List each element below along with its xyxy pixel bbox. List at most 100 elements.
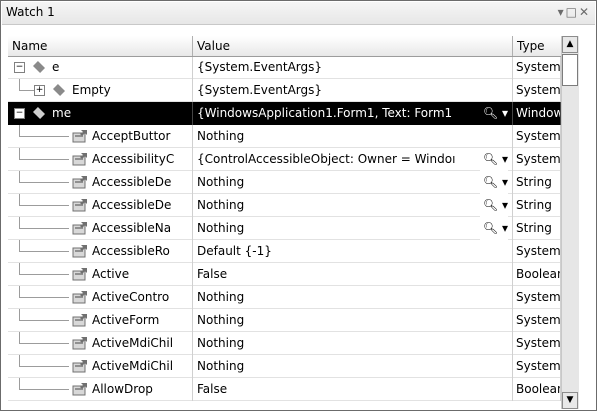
variable-value: False <box>197 267 228 281</box>
name-cell[interactable]: − e <box>8 56 193 79</box>
name-cell[interactable]: AccessibleRo <box>8 240 193 263</box>
name-cell[interactable]: ActiveMdiChil <box>8 355 193 378</box>
name-cell[interactable]: ActiveForm <box>8 309 193 332</box>
value-cell[interactable]: Nothing <box>193 125 513 148</box>
variable-value: {System.EventArgs} <box>197 83 323 97</box>
chevron-down-icon[interactable]: ▾ <box>502 106 508 120</box>
table-row[interactable]: −e{System.EventArgs}System.E <box>8 56 578 79</box>
table-row[interactable]: ActiveContro Nothing System.W <box>8 286 578 309</box>
value-cell[interactable]: Nothing 🔍︎ ▾ <box>193 194 513 217</box>
type-cell: System.E <box>513 79 561 102</box>
tree-line <box>19 251 69 252</box>
name-cell[interactable]: AccessibleDe <box>8 194 193 217</box>
value-column-header[interactable]: Value <box>193 36 513 56</box>
field-icon <box>52 83 66 97</box>
visualizer-button[interactable]: 🔍︎ ▾ <box>479 148 508 171</box>
property-icon <box>72 314 87 327</box>
value-cell[interactable]: Default {-1} <box>193 240 513 263</box>
vertical-scrollbar[interactable]: ▲ ▼ <box>561 36 579 409</box>
value-cell[interactable]: {System.EventArgs} <box>193 79 513 102</box>
dropdown-icon[interactable]: ▾ <box>558 5 566 19</box>
visualizer-button[interactable]: 🔍︎ ▾ <box>479 194 508 217</box>
table-row[interactable]: AllowDrop False Boolean <box>8 378 578 401</box>
window-title: Watch 1 <box>6 5 55 19</box>
chevron-down-icon[interactable]: ▾ <box>502 152 508 166</box>
restore-icon[interactable]: □ <box>566 5 579 19</box>
chevron-down-icon[interactable]: ▾ <box>502 221 508 235</box>
name-cell[interactable]: AccessibleNa <box>8 217 193 240</box>
close-icon[interactable]: ✕ <box>579 5 591 19</box>
property-icon <box>72 176 87 189</box>
collapse-icon[interactable]: − <box>14 108 25 119</box>
type-cell: System.W <box>513 125 561 148</box>
column-header: Name Value Type <box>8 36 578 57</box>
magnifier-icon[interactable]: 🔍︎ <box>483 221 498 235</box>
watch-titlebar[interactable]: Watch 1 ▾□✕ <box>2 2 595 25</box>
scroll-thumb[interactable] <box>562 54 578 86</box>
table-row[interactable]: AccessibleDe Nothing 🔍︎ ▾ String <box>8 171 578 194</box>
collapse-icon[interactable]: − <box>14 62 25 73</box>
name-cell[interactable]: AccessibilityC <box>8 148 193 171</box>
value-cell[interactable]: {System.EventArgs} <box>193 56 513 79</box>
table-row[interactable]: AccessibilityC {ControlAccessibleObject: … <box>8 148 578 171</box>
table-row[interactable]: ActiveMdiChil Nothing System.W <box>8 332 578 355</box>
value-cell[interactable]: Nothing <box>193 309 513 332</box>
value-cell[interactable]: Nothing 🔍︎ ▾ <box>193 171 513 194</box>
variable-value: Nothing <box>197 290 245 304</box>
table-row[interactable]: AccessibleDe Nothing 🔍︎ ▾ String <box>8 194 578 217</box>
chevron-down-icon[interactable]: ▾ <box>502 198 508 212</box>
type-cell: System.W <box>513 148 561 171</box>
type-cell: String <box>513 171 561 194</box>
expand-icon[interactable]: + <box>34 85 45 96</box>
value-cell[interactable]: {ControlAccessibleObject: Owner = Windoı… <box>193 148 513 171</box>
name-cell[interactable]: Active <box>8 263 193 286</box>
property-icon <box>72 291 87 304</box>
value-cell[interactable]: Nothing <box>193 332 513 355</box>
magnifier-icon[interactable]: 🔍︎ <box>483 152 498 166</box>
value-cell[interactable]: False <box>193 378 513 401</box>
name-cell[interactable]: + Empty <box>8 79 193 102</box>
value-cell[interactable]: Nothing <box>193 355 513 378</box>
value-cell[interactable]: False <box>193 263 513 286</box>
variable-name: AccessibleDe <box>92 198 172 212</box>
table-row[interactable]: AcceptButtor Nothing System.W <box>8 125 578 148</box>
magnifier-icon[interactable]: 🔍︎ <box>483 175 498 189</box>
table-row[interactable]: − me {WindowsApplication1.Form1, Text: For… <box>8 102 578 125</box>
table-row[interactable]: ActiveMdiChil Nothing System.W <box>8 355 578 378</box>
variable-name: AllowDrop <box>92 382 153 396</box>
value-cell[interactable]: {WindowsApplication1.Form1, Text: Form1 🔍… <box>193 102 513 125</box>
value-cell[interactable]: Nothing 🔍︎ ▾ <box>193 217 513 240</box>
variable-value: Nothing <box>197 359 245 373</box>
tree-line <box>19 90 34 91</box>
property-icon <box>72 360 87 373</box>
visualizer-button[interactable]: 🔍︎ ▾ <box>479 102 508 125</box>
table-row[interactable]: ActiveForm Nothing System.W <box>8 309 578 332</box>
name-cell[interactable]: AllowDrop <box>8 378 193 401</box>
chevron-down-icon[interactable]: ▾ <box>502 175 508 189</box>
titlebar-buttons: ▾□✕ <box>558 5 591 19</box>
name-cell[interactable]: AcceptButtor <box>8 125 193 148</box>
name-cell[interactable]: ActiveContro <box>8 286 193 309</box>
table-row[interactable]: Active False Boolean <box>8 263 578 286</box>
table-row[interactable]: + Empty {System.EventArgs} System.E <box>8 79 578 102</box>
field-icon <box>32 60 46 74</box>
magnifier-icon[interactable]: 🔍︎ <box>483 106 498 120</box>
scroll-up-arrow-icon[interactable]: ▲ <box>562 36 578 53</box>
magnifier-icon[interactable]: 🔍︎ <box>483 198 498 212</box>
visualizer-button[interactable]: 🔍︎ ▾ <box>479 171 508 194</box>
property-icon <box>72 383 87 396</box>
visualizer-button[interactable]: 🔍︎ ▾ <box>479 217 508 240</box>
type-cell: System.W <box>513 332 561 355</box>
name-cell[interactable]: AccessibleDe <box>8 171 193 194</box>
name-cell[interactable]: − me <box>8 102 193 125</box>
name-cell[interactable]: ActiveMdiChil <box>8 332 193 355</box>
tree-line <box>19 343 69 344</box>
type-cell: System.E <box>513 56 561 79</box>
name-column-header[interactable]: Name <box>8 36 193 56</box>
table-row[interactable]: AccessibleRo Default {-1} System.W <box>8 240 578 263</box>
value-cell[interactable]: Nothing <box>193 286 513 309</box>
variable-name: ActiveForm <box>92 313 160 327</box>
scroll-down-arrow-icon[interactable]: ▼ <box>562 392 578 409</box>
variable-value: Default {-1} <box>197 244 272 258</box>
table-row[interactable]: AccessibleNa Nothing 🔍︎ ▾ String <box>8 217 578 240</box>
